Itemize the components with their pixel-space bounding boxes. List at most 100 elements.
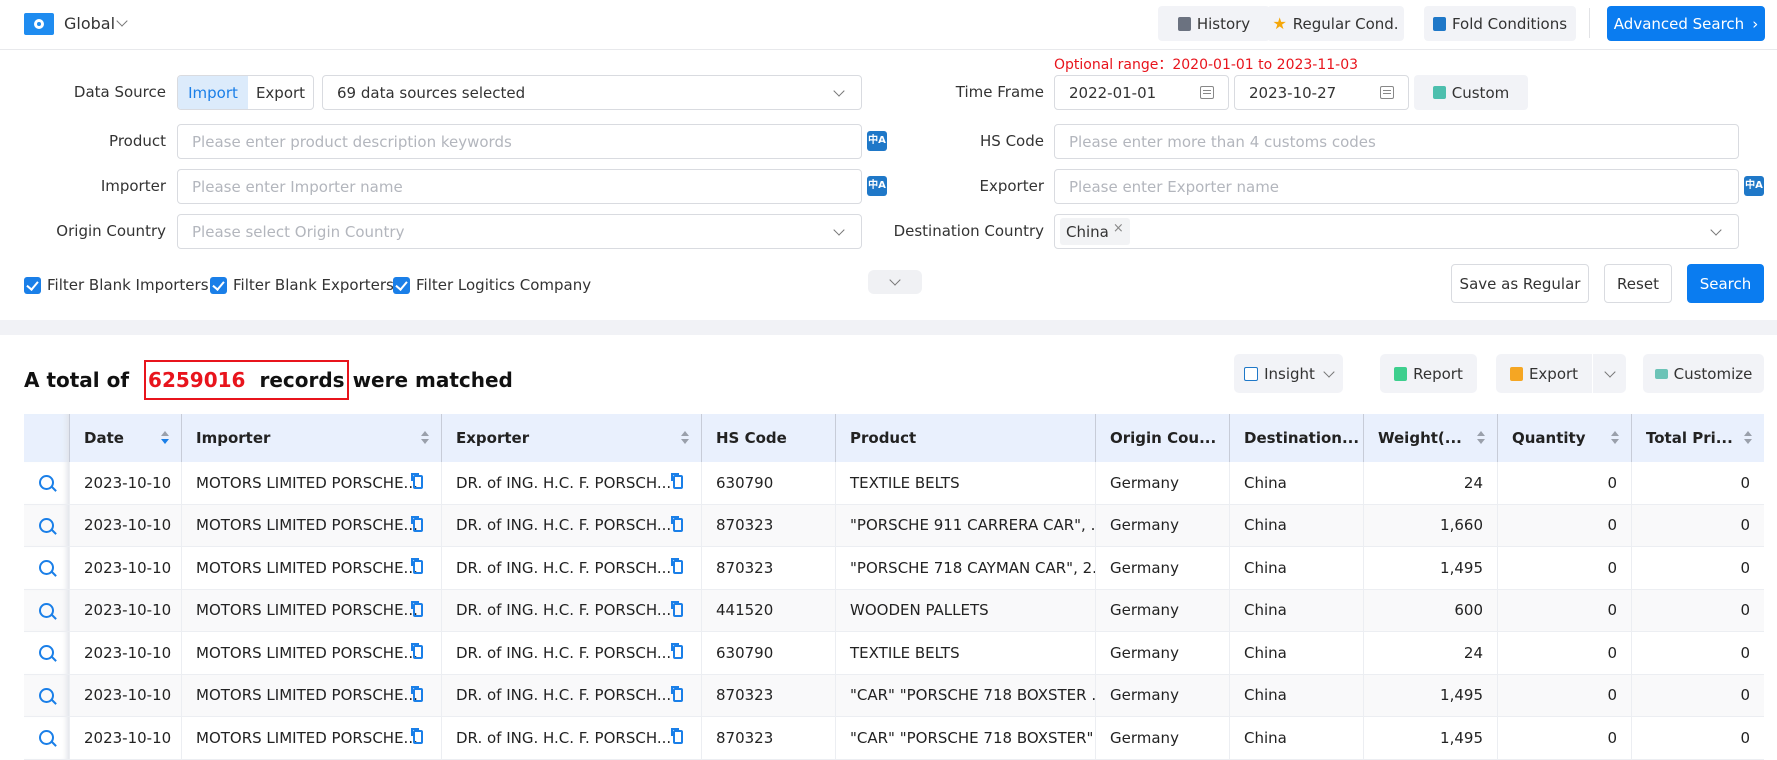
importer-cell[interactable]: MOTORS LIMITED PORSCHE... [182,632,442,674]
column-header-weight[interactable]: Weight(... [1364,414,1498,462]
export-button[interactable]: Export [1496,354,1592,393]
filter-logistics-company-checkbox[interactable]: Filter Logitics Company [393,276,591,294]
regular-cond-button[interactable]: ★ Regular Cond. [1267,6,1404,41]
import-tab[interactable]: Import [178,76,248,109]
data-sources-select[interactable]: 69 data sources selected [322,75,862,110]
column-header-origin-country[interactable]: Origin Cou... [1096,414,1230,462]
chevron-down-icon[interactable] [116,15,128,27]
importer-cell[interactable]: MOTORS LIMITED PORSCHE... [182,462,442,504]
search-icon[interactable] [39,602,54,618]
row-detail-cell[interactable] [24,589,70,631]
table-row[interactable]: 2023-10-10 MOTORS LIMITED PORSCHE... DR.… [24,547,1764,590]
scope-selector[interactable]: Global [64,14,115,33]
row-detail-cell[interactable] [24,717,70,759]
sort-icon[interactable] [421,431,429,445]
column-header-total-price[interactable]: Total Pri... [1632,414,1764,462]
row-detail-cell[interactable] [24,462,70,504]
column-header-product[interactable]: Product [836,414,1096,462]
search-icon[interactable] [39,475,54,491]
importer-cell[interactable]: MOTORS LIMITED PORSCHE... [182,589,442,631]
table-row[interactable]: 2023-10-10 MOTORS LIMITED PORSCHE... DR.… [24,504,1764,547]
reset-button[interactable]: Reset [1604,264,1672,303]
end-date-input[interactable]: 2023-10-27 [1234,75,1409,110]
column-header-quantity[interactable]: Quantity [1498,414,1632,462]
search-icon[interactable] [39,517,54,533]
globe-icon[interactable] [24,13,54,35]
close-icon[interactable]: × [1113,221,1124,236]
table-row[interactable]: 2023-10-10 MOTORS LIMITED PORSCHE... DR.… [24,674,1764,717]
column-header-importer[interactable]: Importer [182,414,442,462]
copy-icon[interactable] [411,473,423,489]
search-icon[interactable] [39,687,54,703]
advanced-search-button[interactable]: Advanced Search › [1607,6,1765,41]
filter-blank-importers-checkbox[interactable]: Filter Blank Importers [24,276,209,294]
importer-input[interactable]: Please enter Importer name [177,169,862,204]
sort-icon[interactable] [681,431,689,445]
copy-icon[interactable] [411,515,423,532]
sort-icon[interactable] [1477,431,1485,445]
column-header-exporter[interactable]: Exporter [442,414,702,462]
copy-icon[interactable] [411,728,423,744]
copy-icon[interactable] [671,515,683,532]
row-detail-cell[interactable] [24,632,70,674]
copy-icon[interactable] [671,685,683,702]
column-header-destination-country[interactable]: Destination... [1230,414,1364,462]
copy-icon[interactable] [411,558,423,574]
sort-icon[interactable] [1611,431,1619,445]
translate-icon[interactable]: 中A [867,176,887,196]
sort-icon[interactable] [1744,431,1752,445]
history-button[interactable]: History [1158,6,1270,41]
importer-cell[interactable]: MOTORS LIMITED PORSCHE... [182,547,442,589]
customize-button[interactable]: Customize [1643,354,1764,393]
exporter-cell[interactable]: DR. of ING. H.C. F. PORSCH... [442,547,702,589]
export-options-button[interactable] [1593,354,1626,393]
save-as-regular-button[interactable]: Save as Regular [1451,264,1589,303]
search-button[interactable]: Search [1687,264,1764,303]
custom-range-button[interactable]: Custom [1414,75,1528,110]
copy-icon[interactable] [411,685,423,702]
exporter-cell[interactable]: DR. of ING. H.C. F. PORSCH... [442,462,702,504]
search-icon[interactable] [39,560,54,576]
copy-icon[interactable] [411,643,423,659]
table-row[interactable]: 2023-10-10 MOTORS LIMITED PORSCHE... DR.… [24,632,1764,675]
insight-button[interactable]: Insight [1234,354,1343,393]
copy-icon[interactable] [671,473,683,489]
fold-conditions-button[interactable]: Fold Conditions [1424,6,1576,41]
start-date-input[interactable]: 2022-01-01 [1054,75,1229,110]
translate-icon[interactable]: 中A [867,131,887,151]
filter-blank-exporters-checkbox[interactable]: Filter Blank Exporters [210,276,394,294]
exporter-cell[interactable]: DR. of ING. H.C. F. PORSCH... [442,632,702,674]
column-header-date[interactable]: Date [70,414,182,462]
expand-filters-button[interactable] [868,270,922,294]
row-detail-cell[interactable] [24,547,70,589]
exporter-cell[interactable]: DR. of ING. H.C. F. PORSCH... [442,589,702,631]
destination-country-select[interactable] [1054,214,1739,249]
search-icon[interactable] [39,645,54,661]
origin-country-select[interactable]: Please select Origin Country [177,214,862,249]
importer-cell[interactable]: MOTORS LIMITED PORSCHE... [182,674,442,716]
search-icon[interactable] [39,730,54,746]
exporter-cell[interactable]: DR. of ING. H.C. F. PORSCH... [442,504,702,546]
product-input[interactable]: Please enter product description keyword… [177,124,862,159]
report-button[interactable]: Report [1380,354,1477,393]
column-header-hs-code[interactable]: HS Code [702,414,836,462]
copy-icon[interactable] [671,558,683,574]
exporter-cell[interactable]: DR. of ING. H.C. F. PORSCH... [442,717,702,759]
export-tab[interactable]: Export [248,76,313,109]
row-detail-cell[interactable] [24,504,70,546]
copy-icon[interactable] [411,600,423,617]
importer-cell[interactable]: MOTORS LIMITED PORSCHE... [182,504,442,546]
copy-icon[interactable] [671,643,683,659]
importer-cell[interactable]: MOTORS LIMITED PORSCHE... [182,717,442,759]
exporter-cell[interactable]: DR. of ING. H.C. F. PORSCH... [442,674,702,716]
table-row[interactable]: 2023-10-10 MOTORS LIMITED PORSCHE... DR.… [24,717,1764,760]
exporter-input[interactable]: Please enter Exporter name [1054,169,1739,204]
copy-icon[interactable] [671,600,683,617]
translate-icon[interactable]: 中A [1744,176,1764,196]
table-row[interactable]: 2023-10-10 MOTORS LIMITED PORSCHE... DR.… [24,462,1764,505]
copy-icon[interactable] [671,728,683,744]
table-row[interactable]: 2023-10-10 MOTORS LIMITED PORSCHE... DR.… [24,589,1764,632]
hs-code-input[interactable]: Please enter more than 4 customs codes [1054,124,1739,159]
sort-icon[interactable] [161,431,169,445]
row-detail-cell[interactable] [24,674,70,716]
